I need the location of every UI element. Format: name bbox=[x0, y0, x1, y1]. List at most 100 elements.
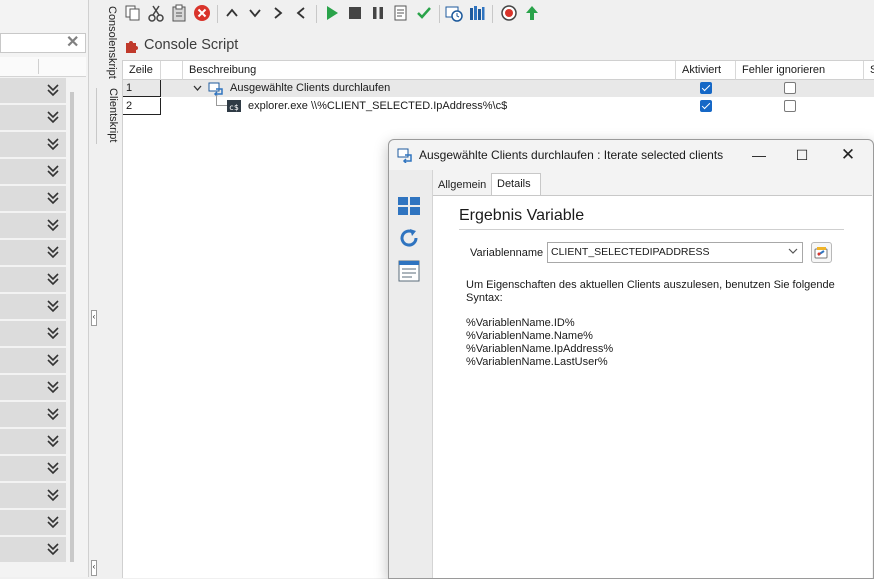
chevron-down-icon bbox=[788, 248, 798, 254]
variable-name-label: Variablenname bbox=[470, 247, 544, 259]
double-chevron-down-icon[interactable] bbox=[45, 352, 61, 368]
log-icon[interactable] bbox=[392, 4, 410, 22]
left-group-row[interactable] bbox=[0, 429, 66, 454]
toolbar-separator bbox=[492, 5, 493, 23]
fehler-ignorieren-checkbox[interactable] bbox=[784, 100, 796, 112]
syntax-line: %VariablenName.LastUser% bbox=[466, 356, 608, 368]
left-scrollbar-thumb[interactable] bbox=[70, 92, 74, 562]
row-number: 2 bbox=[123, 98, 161, 115]
svg-text:c$: c$ bbox=[229, 103, 239, 112]
move-up-icon[interactable] bbox=[223, 4, 241, 22]
left-group-row[interactable] bbox=[0, 78, 66, 103]
left-group-row[interactable] bbox=[0, 348, 66, 373]
double-chevron-down-icon[interactable] bbox=[45, 217, 61, 233]
double-chevron-down-icon[interactable] bbox=[45, 433, 61, 449]
toolbar-separator bbox=[439, 5, 440, 23]
left-group-row[interactable] bbox=[0, 186, 66, 211]
column-header-beschreibung[interactable]: Beschreibung bbox=[183, 61, 676, 80]
double-chevron-down-icon[interactable] bbox=[45, 379, 61, 395]
record-icon[interactable] bbox=[500, 4, 518, 22]
delete-icon[interactable] bbox=[193, 4, 211, 22]
double-chevron-down-icon[interactable] bbox=[45, 163, 61, 179]
table-row[interactable]: 2 c$ explorer.exe \\%CLIENT_SELECTED.IpA… bbox=[123, 95, 874, 115]
left-group-row[interactable] bbox=[0, 240, 66, 265]
stop-icon[interactable] bbox=[346, 4, 364, 22]
iterate-loop-icon bbox=[397, 148, 412, 163]
validate-icon[interactable] bbox=[415, 4, 433, 22]
form-list-icon[interactable] bbox=[397, 259, 421, 283]
collapse-left-icon[interactable]: ‹ bbox=[91, 310, 97, 326]
minimize-button[interactable]: — bbox=[744, 144, 774, 166]
tab-consolenskript[interactable]: Consolenskript bbox=[96, 6, 118, 79]
aktiviert-checkbox[interactable] bbox=[700, 100, 712, 112]
column-header-zeile[interactable]: Zeile bbox=[123, 61, 161, 80]
library-icon[interactable] bbox=[468, 4, 486, 22]
upload-icon[interactable] bbox=[523, 4, 541, 22]
double-chevron-down-icon[interactable] bbox=[45, 460, 61, 476]
double-chevron-down-icon[interactable] bbox=[45, 244, 61, 260]
tab-clientskript[interactable]: Clientskript bbox=[96, 88, 119, 144]
column-header-extra[interactable]: S bbox=[864, 61, 874, 80]
left-group-row[interactable] bbox=[0, 537, 66, 562]
double-chevron-down-icon[interactable] bbox=[45, 406, 61, 422]
copy-icon[interactable] bbox=[124, 4, 142, 22]
table-row[interactable]: 1 Ausgewählte Clients durchlaufen bbox=[123, 80, 874, 97]
cut-icon[interactable] bbox=[147, 4, 165, 22]
layout-grid-icon[interactable] bbox=[397, 194, 421, 218]
syntax-line: %VariablenName.ID% bbox=[466, 317, 575, 329]
script-title: Console Script bbox=[144, 37, 239, 53]
refresh-icon[interactable] bbox=[397, 226, 421, 250]
column-header-fehler-ignorieren[interactable]: Fehler ignorieren bbox=[736, 61, 864, 80]
left-group-row[interactable] bbox=[0, 105, 66, 130]
move-down-icon[interactable] bbox=[246, 4, 264, 22]
tab-allgemein[interactable]: Allgemein bbox=[433, 175, 489, 195]
schedule-icon[interactable] bbox=[445, 4, 463, 22]
tab-details[interactable]: Details bbox=[491, 173, 541, 195]
left-group-row[interactable] bbox=[0, 213, 66, 238]
chevron-down-icon[interactable] bbox=[193, 84, 202, 93]
collapse-left-bottom-icon[interactable]: ‹ bbox=[91, 560, 97, 576]
iterate-clients-dialog: Ausgewählte Clients durchlaufen : Iterat… bbox=[388, 139, 874, 579]
dialog-titlebar[interactable]: Ausgewählte Clients durchlaufen : Iterat… bbox=[389, 140, 873, 170]
left-group-row[interactable] bbox=[0, 375, 66, 400]
double-chevron-down-icon[interactable] bbox=[45, 541, 61, 557]
run-icon[interactable] bbox=[323, 4, 341, 22]
left-group-row[interactable] bbox=[0, 510, 66, 535]
toolbar-separator bbox=[217, 5, 218, 23]
variable-name-value: CLIENT_SELECTEDIPADDRESS bbox=[551, 246, 710, 258]
double-chevron-down-icon[interactable] bbox=[45, 271, 61, 287]
close-button[interactable]: ✕ bbox=[833, 144, 863, 166]
double-chevron-down-icon[interactable] bbox=[45, 325, 61, 341]
row-number: 1 bbox=[123, 80, 161, 97]
left-group-row[interactable] bbox=[0, 456, 66, 481]
double-chevron-down-icon[interactable] bbox=[45, 82, 61, 98]
variable-edit-button[interactable] bbox=[811, 242, 832, 263]
syntax-line: %VariablenName.IpAddress% bbox=[466, 343, 614, 355]
script-puzzle-icon bbox=[126, 41, 138, 53]
double-chevron-down-icon[interactable] bbox=[45, 109, 61, 125]
double-chevron-down-icon[interactable] bbox=[45, 298, 61, 314]
clear-search-icon[interactable]: ✕ bbox=[66, 35, 80, 51]
left-group-row[interactable] bbox=[0, 267, 66, 292]
maximize-button[interactable]: ☐ bbox=[787, 144, 817, 166]
double-chevron-down-icon[interactable] bbox=[45, 190, 61, 206]
left-group-row[interactable] bbox=[0, 321, 66, 346]
fehler-ignorieren-checkbox[interactable] bbox=[784, 82, 796, 94]
row-description: Ausgewählte Clients durchlaufen bbox=[230, 82, 391, 94]
column-header-aktiviert[interactable]: Aktiviert bbox=[676, 61, 736, 80]
left-group-row[interactable] bbox=[0, 483, 66, 508]
double-chevron-down-icon[interactable] bbox=[45, 136, 61, 152]
variable-name-select[interactable]: CLIENT_SELECTEDIPADDRESS bbox=[547, 242, 803, 263]
indent-icon[interactable] bbox=[269, 4, 287, 22]
left-group-row[interactable] bbox=[0, 159, 66, 184]
left-group-row[interactable] bbox=[0, 132, 66, 157]
double-chevron-down-icon[interactable] bbox=[45, 514, 61, 530]
dialog-side-toolbar bbox=[389, 170, 433, 578]
outdent-icon[interactable] bbox=[292, 4, 310, 22]
left-group-row[interactable] bbox=[0, 294, 66, 319]
paste-icon[interactable] bbox=[170, 4, 188, 22]
double-chevron-down-icon[interactable] bbox=[45, 487, 61, 503]
aktiviert-checkbox[interactable] bbox=[700, 82, 712, 94]
pause-icon[interactable] bbox=[369, 4, 387, 22]
left-group-row[interactable] bbox=[0, 402, 66, 427]
